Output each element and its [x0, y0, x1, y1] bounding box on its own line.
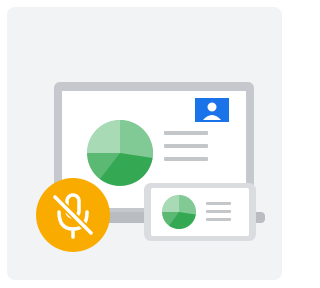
illustration-card [7, 7, 282, 280]
phone-text-line [206, 210, 231, 213]
phone-pie-chart [162, 195, 196, 229]
phone-text-line [206, 202, 231, 205]
text-line [164, 144, 208, 148]
pie-chart-icon [87, 120, 153, 186]
phone [144, 183, 256, 241]
account-box-icon [195, 98, 229, 122]
mic-off-icon [36, 178, 110, 252]
phone-text-line [206, 218, 231, 221]
presentation-illustration [36, 82, 265, 252]
text-line [164, 157, 208, 161]
text-line [164, 131, 208, 135]
